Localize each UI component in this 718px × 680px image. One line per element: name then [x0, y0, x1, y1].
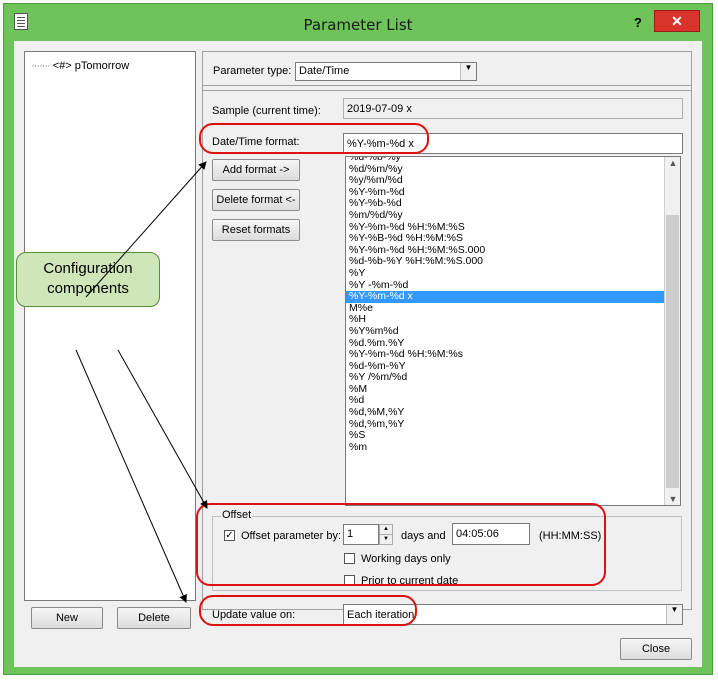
format-list-item[interactable]: %Y-%B-%d %H:%M:%S	[346, 233, 680, 245]
offset-days-input[interactable]: 1	[343, 524, 379, 545]
parameter-tree[interactable]: ······· <#> pTomorrow	[24, 51, 196, 601]
sample-value-field: 2019-07-09 x	[343, 98, 683, 119]
format-list-item[interactable]: %M	[346, 383, 680, 396]
format-list-item[interactable]: %d,%M,%Y	[346, 406, 680, 419]
update-value-select[interactable]: Each iteration ▼	[343, 604, 683, 625]
format-list-item[interactable]: %m/%d/%y	[346, 209, 680, 222]
format-input[interactable]: %Y-%m-%d x	[343, 133, 683, 154]
parameter-type-label: Parameter type:	[213, 65, 292, 77]
new-button[interactable]: New	[31, 607, 103, 629]
format-list-item[interactable]: %d,%m,%Y	[346, 418, 680, 431]
working-days-label: Working days only	[361, 553, 451, 565]
tree-connector: ·······	[31, 60, 51, 72]
tree-item-prefix: <#>	[52, 60, 72, 72]
chevron-down-icon[interactable]: ▼	[666, 605, 682, 624]
delete-format-button[interactable]: Delete format <-	[212, 189, 300, 211]
close-button[interactable]: Close	[620, 638, 692, 660]
spin-down-icon[interactable]: ▼	[379, 534, 393, 545]
offset-parameter-checkbox[interactable]: ✓	[224, 530, 235, 541]
offset-time-input[interactable]: 04:05:06	[452, 523, 530, 545]
scroll-down-icon[interactable]: ▼	[665, 494, 680, 504]
parameter-list-window: Parameter List ? ✕ ······· <#> pTomorrow…	[3, 3, 713, 675]
scroll-up-icon[interactable]: ▲	[665, 158, 680, 168]
parameter-type-value: Date/Time	[299, 65, 350, 77]
format-items: %d-%b-%y %d/%m/%y %y/%m/%d %Y-%m-%d %Y-%b-%d…	[346, 157, 680, 454]
format-list-item[interactable]: %Y%m%d	[346, 325, 680, 338]
help-button[interactable]: ?	[634, 15, 642, 30]
dialog-client-area: ······· <#> pTomorrow New Delete Paramet…	[14, 41, 702, 667]
parameter-type-select[interactable]: Date/Time ▼	[295, 62, 477, 81]
update-value-label: Update value on:	[212, 609, 296, 621]
format-list-item[interactable]: %m	[346, 441, 680, 454]
prior-to-current-label: Prior to current date	[361, 575, 459, 587]
format-list-item[interactable]: %Y-%m-%d x	[346, 291, 680, 303]
add-format-button[interactable]: Add format ->	[212, 159, 300, 181]
configuration-callout: Configuration components	[16, 252, 160, 307]
format-list-item[interactable]: M%e	[346, 302, 680, 315]
title-bar[interactable]: Parameter List ? ✕	[4, 4, 712, 40]
callout-line-2: components	[47, 280, 129, 297]
sample-label: Sample (current time):	[212, 105, 321, 117]
window-close-button[interactable]: ✕	[654, 10, 700, 32]
time-format-hint: (HH:MM:SS)	[539, 530, 602, 542]
chevron-down-icon[interactable]: ▼	[460, 63, 476, 80]
tree-item-ptomorrow[interactable]: ······· <#> pTomorrow	[31, 60, 129, 72]
format-label: Date/Time format:	[212, 136, 300, 148]
format-list-item[interactable]: %Y	[346, 267, 680, 280]
delete-button[interactable]: Delete	[117, 607, 191, 629]
offset-parameter-label: Offset parameter by:	[241, 530, 342, 542]
window-title: Parameter List	[303, 16, 413, 34]
reset-formats-button[interactable]: Reset formats	[212, 219, 300, 241]
format-list-item[interactable]: %S	[346, 430, 680, 442]
days-and-label: days and	[401, 530, 446, 542]
offset-group-label: Offset	[221, 509, 253, 521]
format-list-item[interactable]: %d-%b-%Y %H:%M:%S.000	[346, 256, 680, 268]
format-list[interactable]: %d-%b-%y %d/%m/%y %y/%m/%d %Y-%m-%d %Y-%b-%d…	[345, 156, 681, 506]
callout-line-1: Configuration	[43, 260, 133, 277]
format-list-item[interactable]: %Y-%m-%d %H:%M:%s	[346, 348, 680, 361]
working-days-checkbox[interactable]	[344, 553, 355, 564]
format-list-scrollbar[interactable]: ▲ ▼	[664, 157, 680, 505]
scrollbar-thumb[interactable]	[666, 215, 679, 488]
format-list-item[interactable]: %Y /%m/%d	[346, 372, 680, 384]
prior-to-current-checkbox[interactable]	[344, 575, 355, 586]
update-value-value: Each iteration	[347, 609, 415, 621]
tree-item-label: pTomorrow	[74, 60, 130, 72]
